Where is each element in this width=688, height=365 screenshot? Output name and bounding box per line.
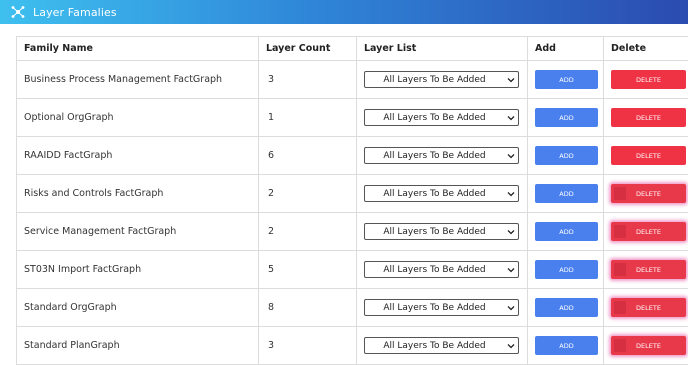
add-button[interactable]: ADD [535,336,598,355]
layer-list-cell: All Layers To Be Added [357,213,528,251]
table-header-row: Family Name Layer Count Layer List Add D… [17,37,688,61]
delete-cell: DELETE [604,175,688,213]
add-cell: ADD [528,175,604,213]
layer-list-cell: All Layers To Be Added [357,61,528,99]
layer-list-select[interactable]: All Layers To Be Added [364,299,519,316]
layer-list-select[interactable]: All Layers To Be Added [364,261,519,278]
delete-cell: DELETE [604,213,688,251]
family-name-cell: Risks and Controls FactGraph [17,175,259,213]
delete-button[interactable]: DELETE [611,336,686,355]
layer-list-selected-value: All Layers To Be Added [365,265,504,275]
chevron-down-icon [504,267,518,273]
table-row: Standard OrgGraph 8 All Layers To Be Add… [17,289,688,327]
layer-list-select[interactable]: All Layers To Be Added [364,185,519,202]
layer-list-select[interactable]: All Layers To Be Added [364,71,519,88]
table-row: Business Process Management FactGraph 3 … [17,61,688,99]
delete-cell: DELETE [604,137,688,175]
family-name-cell: Standard OrgGraph [17,289,259,327]
delete-button[interactable]: DELETE [611,222,686,241]
add-cell: ADD [528,137,604,175]
chevron-down-icon [504,305,518,311]
family-name-cell: Service Management FactGraph [17,213,259,251]
chevron-down-icon [504,115,518,121]
layer-list-selected-value: All Layers To Be Added [365,227,504,237]
chevron-down-icon [504,229,518,235]
delete-button[interactable]: DELETE [611,108,686,127]
family-name-cell: ST03N Import FactGraph [17,251,259,289]
add-cell: ADD [528,289,604,327]
layer-list-select[interactable]: All Layers To Be Added [364,109,519,126]
add-button[interactable]: ADD [535,70,598,89]
family-name-cell: Optional OrgGraph [17,99,259,137]
table-row: Service Management FactGraph 2 All Layer… [17,213,688,251]
layer-list-cell: All Layers To Be Added [357,137,528,175]
layer-list-cell: All Layers To Be Added [357,175,528,213]
delete-button[interactable]: DELETE [611,184,686,203]
layer-list-selected-value: All Layers To Be Added [365,151,504,161]
add-button[interactable]: ADD [535,108,598,127]
layer-list-select[interactable]: All Layers To Be Added [364,337,519,354]
family-name-cell: RAAIDD FactGraph [17,137,259,175]
add-button[interactable]: ADD [535,184,598,203]
delete-cell: DELETE [604,251,688,289]
table-row: ST03N Import FactGraph 5 All Layers To B… [17,251,688,289]
chevron-down-icon [504,191,518,197]
page-title: Layer Famalies [33,6,117,19]
layer-list-selected-value: All Layers To Be Added [365,189,504,199]
delete-cell: DELETE [604,61,688,99]
column-header-layer-count[interactable]: Layer Count [259,37,357,61]
table-row: Optional OrgGraph 1 All Layers To Be Add… [17,99,688,137]
layer-list-selected-value: All Layers To Be Added [365,113,504,123]
add-button[interactable]: ADD [535,260,598,279]
table-row: Risks and Controls FactGraph 2 All Layer… [17,175,688,213]
layer-list-cell: All Layers To Be Added [357,289,528,327]
delete-button[interactable]: DELETE [611,298,686,317]
column-header-delete: Delete [604,37,688,61]
add-cell: ADD [528,61,604,99]
chevron-down-icon [504,153,518,159]
add-cell: ADD [528,251,604,289]
family-name-cell: Business Process Management FactGraph [17,61,259,99]
chevron-down-icon [504,77,518,83]
layer-list-cell: All Layers To Be Added [357,251,528,289]
add-button[interactable]: ADD [535,298,598,317]
network-nodes-icon [10,4,26,20]
layer-count-cell: 2 [259,175,357,213]
layer-list-selected-value: All Layers To Be Added [365,75,504,85]
layer-count-cell: 2 [259,213,357,251]
delete-button[interactable]: DELETE [611,260,686,279]
layer-count-cell: 5 [259,251,357,289]
layer-count-cell: 3 [259,61,357,99]
layer-count-cell: 6 [259,137,357,175]
add-cell: ADD [528,213,604,251]
delete-cell: DELETE [604,289,688,327]
column-header-family-name[interactable]: Family Name [17,37,259,61]
add-button[interactable]: ADD [535,222,598,241]
page-header: Layer Famalies [0,0,688,24]
delete-button[interactable]: DELETE [611,146,686,165]
layer-list-selected-value: All Layers To Be Added [365,341,504,351]
column-header-add: Add [528,37,604,61]
delete-button[interactable]: DELETE [611,70,686,89]
layer-list-select[interactable]: All Layers To Be Added [364,147,519,164]
layer-count-cell: 1 [259,99,357,137]
table-row: RAAIDD FactGraph 6 All Layers To Be Adde… [17,137,688,175]
layer-count-cell: 8 [259,289,357,327]
layer-list-select[interactable]: All Layers To Be Added [364,223,519,240]
add-button[interactable]: ADD [535,146,598,165]
delete-cell: DELETE [604,99,688,137]
layer-list-cell: All Layers To Be Added [357,99,528,137]
chevron-down-icon [504,343,518,349]
layer-families-table: Family Name Layer Count Layer List Add D… [16,36,688,365]
layer-list-selected-value: All Layers To Be Added [365,303,504,313]
column-header-layer-list[interactable]: Layer List [357,37,528,61]
add-cell: ADD [528,99,604,137]
